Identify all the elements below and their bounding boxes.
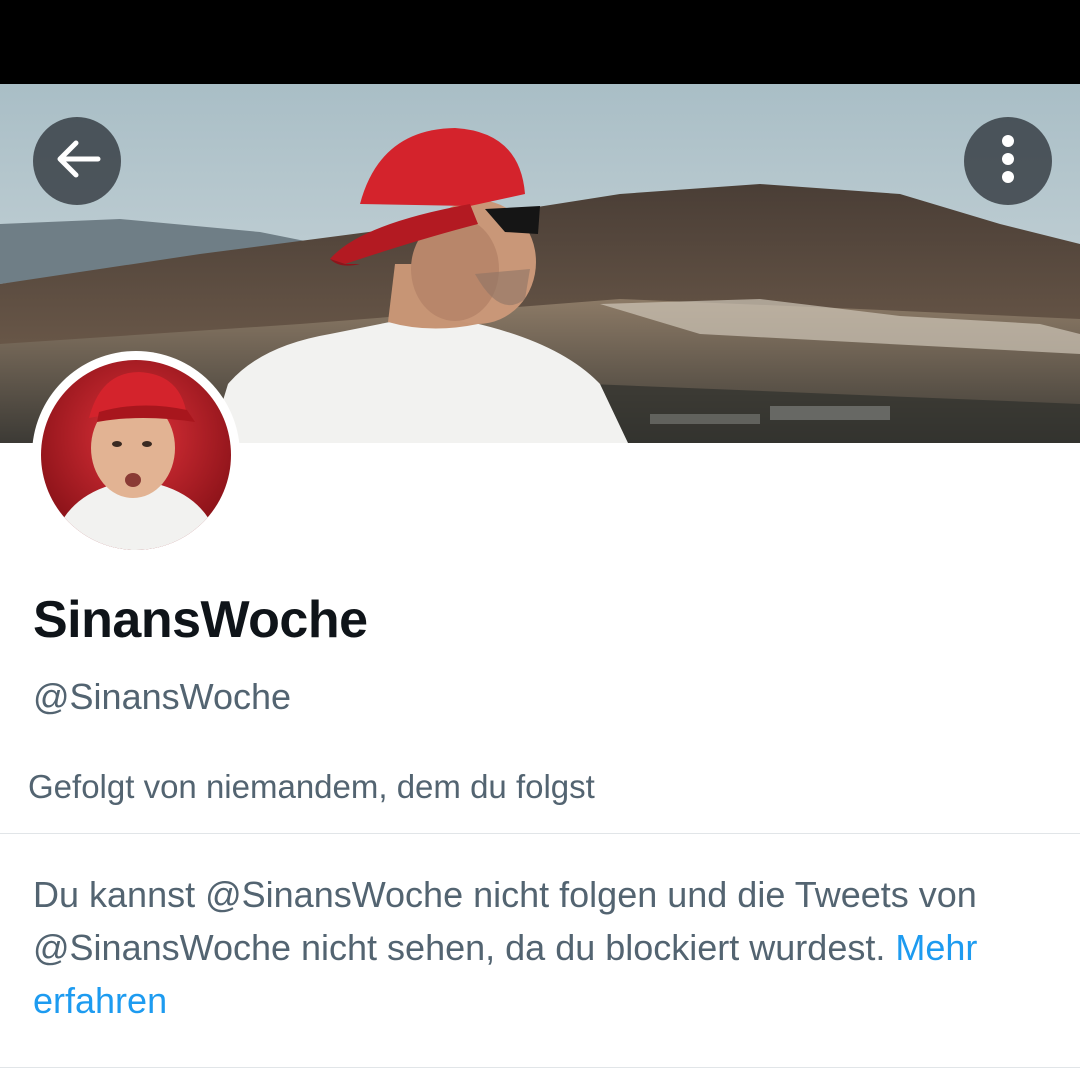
back-button[interactable] bbox=[33, 117, 121, 205]
blocked-notice-text: Du kannst @SinansWoche nicht folgen und … bbox=[33, 874, 977, 968]
arrow-left-icon bbox=[52, 139, 102, 184]
divider bbox=[0, 833, 1080, 834]
more-vertical-icon bbox=[1001, 134, 1015, 189]
more-options-button[interactable] bbox=[964, 117, 1052, 205]
blocked-notice: Du kannst @SinansWoche nicht folgen und … bbox=[33, 868, 1043, 1027]
profile-handle: @SinansWoche bbox=[33, 676, 292, 717]
avatar-ring bbox=[32, 351, 240, 559]
profile-display-name: SinansWoche bbox=[33, 591, 368, 649]
followed-by-text: Gefolgt von niemandem, dem du folgst bbox=[28, 768, 595, 805]
status-bar bbox=[0, 0, 1080, 84]
avatar[interactable] bbox=[41, 360, 231, 550]
divider bbox=[0, 1067, 1080, 1068]
